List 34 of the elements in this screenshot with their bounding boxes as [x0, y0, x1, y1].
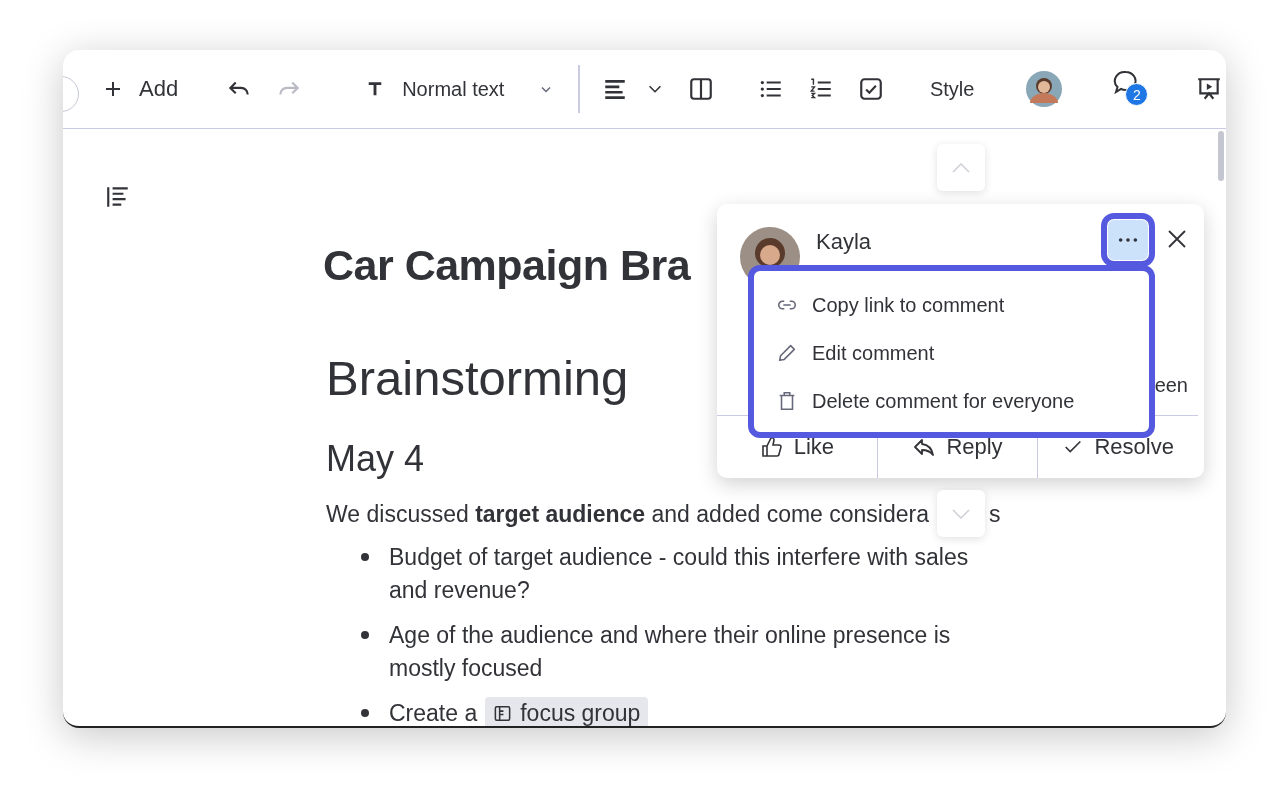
subheading: May 4 — [326, 438, 425, 480]
count-badge: 2 — [1125, 83, 1149, 106]
document-title: Car Campaign Bra — [323, 240, 691, 291]
pencil-icon — [776, 342, 798, 364]
bullet-dot — [361, 553, 369, 561]
chevron-up-icon — [952, 162, 970, 173]
menu-item[interactable]: Copy link to comment — [754, 281, 1149, 329]
add-button[interactable]: Add — [103, 76, 179, 102]
author-name: Kayla — [816, 229, 873, 255]
checklist-icon[interactable] — [857, 76, 884, 102]
text-style-dropdown[interactable]: Normal text — [366, 77, 555, 101]
outline-icon[interactable] — [105, 184, 131, 210]
scrollbar[interactable] — [1218, 131, 1224, 181]
board-icon — [493, 704, 513, 723]
avatar[interactable] — [1026, 71, 1063, 107]
ellipsis-icon — [1117, 236, 1139, 244]
bullet-text: Budget of target audience - could this interfere with sales and revenue? — [389, 543, 970, 605]
bullet-dot — [361, 709, 369, 717]
bullet-text: Age of the audience and where their online presence is mostly focused — [389, 621, 952, 683]
chevron-down-icon — [952, 508, 970, 519]
plus-icon — [103, 79, 123, 99]
thumbs-up-icon — [759, 435, 784, 459]
paragraph-fragment: s — [989, 500, 1001, 529]
style-button[interactable]: Style — [929, 77, 975, 101]
bullet-text: Create a — [389, 699, 478, 726]
heading: Brainstorming — [326, 350, 629, 407]
board-chip[interactable]: focus group — [485, 697, 649, 726]
comment-text: een — [1154, 374, 1188, 398]
bullet-dot — [361, 631, 369, 639]
comments-button[interactable]: 2 — [1112, 69, 1153, 109]
paragraph: We discussed target audience and added come considera — [326, 500, 930, 529]
presentation-icon[interactable] — [1196, 76, 1223, 102]
columns-icon[interactable] — [687, 76, 714, 102]
menu-item[interactable]: Edit comment — [754, 329, 1149, 377]
